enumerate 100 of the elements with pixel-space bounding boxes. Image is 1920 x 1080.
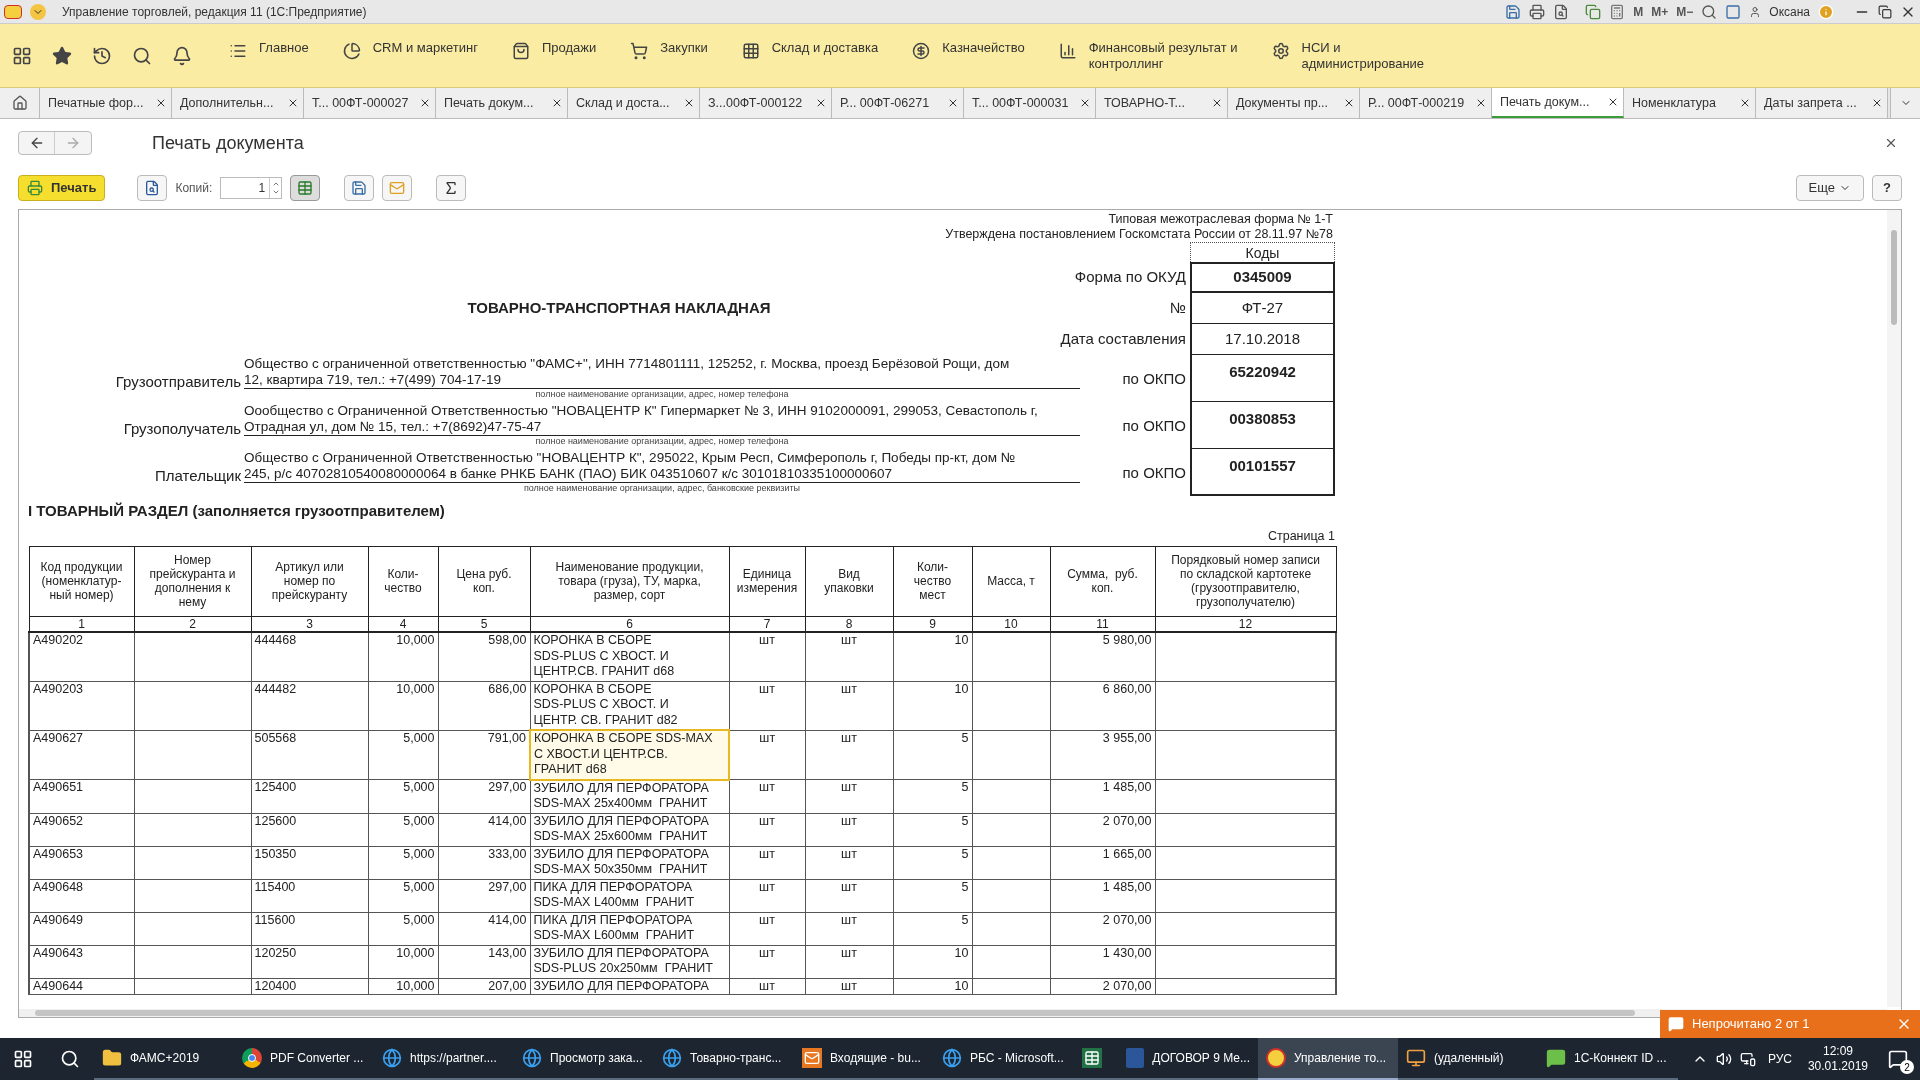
tab[interactable]: Т... 00ФТ-000031 xyxy=(964,88,1096,118)
table-cell: 3 955,00 xyxy=(1050,730,1155,780)
section-menu-item[interactable]: Склад и доставка xyxy=(771,39,879,56)
section-menu-item[interactable]: Казначейство xyxy=(942,39,1025,56)
close-icon[interactable] xyxy=(947,97,959,109)
table-cell: 5,000 xyxy=(368,779,438,814)
section-menu-item[interactable]: Продажи xyxy=(541,39,597,56)
clock[interactable]: 12:09 30.01.2019 xyxy=(1807,1044,1868,1074)
bell-icon[interactable] xyxy=(172,45,192,66)
form-note: Типовая межотраслевая форма № 1-Т xyxy=(1108,212,1333,227)
language-indicator[interactable]: РУС xyxy=(1767,1050,1792,1068)
taskbar-item[interactable]: ФАМС+2019 xyxy=(94,1038,234,1080)
tab[interactable]: Р... 00ФТ-000219 xyxy=(1360,88,1492,118)
memory-button[interactable]: M− xyxy=(1676,2,1694,21)
field-caption: полное наименование организации, адрес, номер телефона xyxy=(534,389,790,399)
tab[interactable]: Р... 00ФТ-06271 xyxy=(832,88,964,118)
memory-button[interactable]: M+ xyxy=(1651,2,1669,21)
section-menu-item[interactable]: CRM и маркетинг xyxy=(372,39,478,56)
copy-icon[interactable] xyxy=(1585,3,1602,20)
taskbar-item[interactable]: https://partner.... xyxy=(374,1038,514,1080)
close-icon[interactable] xyxy=(1475,97,1487,109)
taskbar-item[interactable]: РБС - Microsoft... xyxy=(934,1038,1074,1080)
preview-button[interactable] xyxy=(137,175,168,201)
panel-icon[interactable] xyxy=(1725,3,1742,20)
zoom-icon[interactable] xyxy=(1701,3,1718,20)
section-menu-item[interactable]: Главное xyxy=(259,39,309,56)
tab[interactable]: Печать докум... xyxy=(1492,88,1624,118)
close-icon[interactable] xyxy=(419,97,431,109)
sum-button[interactable] xyxy=(436,175,467,201)
taskbar-item[interactable]: (удаленный) xyxy=(1398,1038,1538,1080)
party-label: Грузополучатель xyxy=(122,419,242,439)
table-cell: A490649 xyxy=(29,912,134,946)
tab[interactable]: Печать докум... xyxy=(436,88,568,118)
close-icon[interactable] xyxy=(1884,136,1898,150)
apps-icon[interactable] xyxy=(12,45,32,66)
search-icon[interactable] xyxy=(60,1049,80,1069)
code-label: Дата составления xyxy=(1059,329,1187,350)
close-icon[interactable] xyxy=(155,97,167,109)
taskbar-item[interactable]: Товарно-транс... xyxy=(654,1038,794,1080)
tab[interactable]: Даты запрета ... xyxy=(1756,88,1888,118)
volume-icon[interactable] xyxy=(1715,1051,1732,1067)
favorites-icon[interactable] xyxy=(52,45,72,66)
tab[interactable]: ТОВАРНО-Т... xyxy=(1096,88,1228,118)
memory-button[interactable]: M xyxy=(1633,2,1644,21)
vertical-scrollbar[interactable] xyxy=(1887,210,1901,1007)
close-icon[interactable] xyxy=(287,97,299,109)
home-tab[interactable] xyxy=(0,88,40,118)
close-icon[interactable] xyxy=(815,97,827,109)
tab[interactable]: Документы пр... xyxy=(1228,88,1360,118)
column-number: 6 xyxy=(530,616,729,633)
more-button[interactable]: Еще xyxy=(1795,175,1864,201)
section-menu-item[interactable]: Финансовый результат и контроллинг xyxy=(1088,39,1238,72)
save-icon[interactable] xyxy=(1505,3,1522,20)
edit-table-button[interactable] xyxy=(290,175,321,201)
table-cell: 10 xyxy=(893,945,972,979)
table-cell: A490644 xyxy=(29,978,134,995)
table-cell: ЗУБИЛО ДЛЯ ПЕРФОРАТОРА SDS-MAX 25x600мм ГРАНИТ xyxy=(530,813,729,847)
tab[interactable]: Склад и доста... xyxy=(568,88,700,118)
print-icon[interactable] xyxy=(1529,3,1546,20)
user-name[interactable]: Оксана xyxy=(1769,2,1810,21)
preview-icon[interactable] xyxy=(1553,3,1570,20)
help-button[interactable]: ? xyxy=(1872,175,1902,201)
taskbar-item[interactable]: PDF Converter ... xyxy=(234,1038,374,1080)
section-menu-item[interactable]: Закупки xyxy=(660,39,708,56)
close-icon[interactable] xyxy=(1739,97,1751,109)
taskbar-item[interactable]: Просмотр зака... xyxy=(514,1038,654,1080)
network-icon[interactable] xyxy=(1739,1051,1756,1067)
close-icon[interactable] xyxy=(1079,97,1091,109)
close-icon[interactable] xyxy=(1211,97,1223,109)
restore-icon[interactable] xyxy=(1878,4,1892,19)
close-icon[interactable] xyxy=(683,97,695,109)
code-cell: 17.10.2018 xyxy=(1190,324,1335,355)
table-cell: 120250 xyxy=(251,945,368,979)
tab[interactable]: Номенклатура xyxy=(1624,88,1756,118)
section-menu-item[interactable]: НСИ и администрирование xyxy=(1301,39,1425,72)
copies-spinner[interactable]: 1 xyxy=(220,177,283,199)
notifications-button[interactable]: 2 xyxy=(1876,1038,1920,1080)
print-button[interactable]: Печать xyxy=(18,175,106,201)
spin-up-icon[interactable] xyxy=(271,180,280,188)
printer-icon xyxy=(27,180,43,196)
tab[interactable]: З...00ФТ-000122 xyxy=(700,88,832,118)
tab[interactable]: Т... 00ФТ-000027 xyxy=(304,88,436,118)
close-icon[interactable] xyxy=(1607,96,1619,108)
tab[interactable]: Печатные фор... xyxy=(40,88,172,118)
taskbar-item[interactable]: Входящие - bu... xyxy=(794,1038,934,1080)
close-icon[interactable] xyxy=(551,97,563,109)
save-button[interactable] xyxy=(344,175,375,201)
taskbar-item[interactable]: 1С-Коннект ID ... xyxy=(1538,1038,1678,1080)
close-icon[interactable] xyxy=(1343,97,1355,109)
tab[interactable]: Дополнительн... xyxy=(172,88,304,118)
close-icon[interactable] xyxy=(1871,97,1883,109)
calculator-icon[interactable] xyxy=(1609,3,1626,20)
search-icon[interactable] xyxy=(132,45,152,66)
copies-label: Копий: xyxy=(175,180,213,197)
spin-down-icon[interactable] xyxy=(271,188,280,196)
menu-dropdown-button[interactable] xyxy=(30,3,46,20)
browser-icon xyxy=(382,1048,402,1068)
table-cell: A490653 xyxy=(29,846,134,880)
history-icon[interactable] xyxy=(92,45,112,66)
taskbar-item[interactable]: Управление то... xyxy=(1258,1038,1398,1080)
